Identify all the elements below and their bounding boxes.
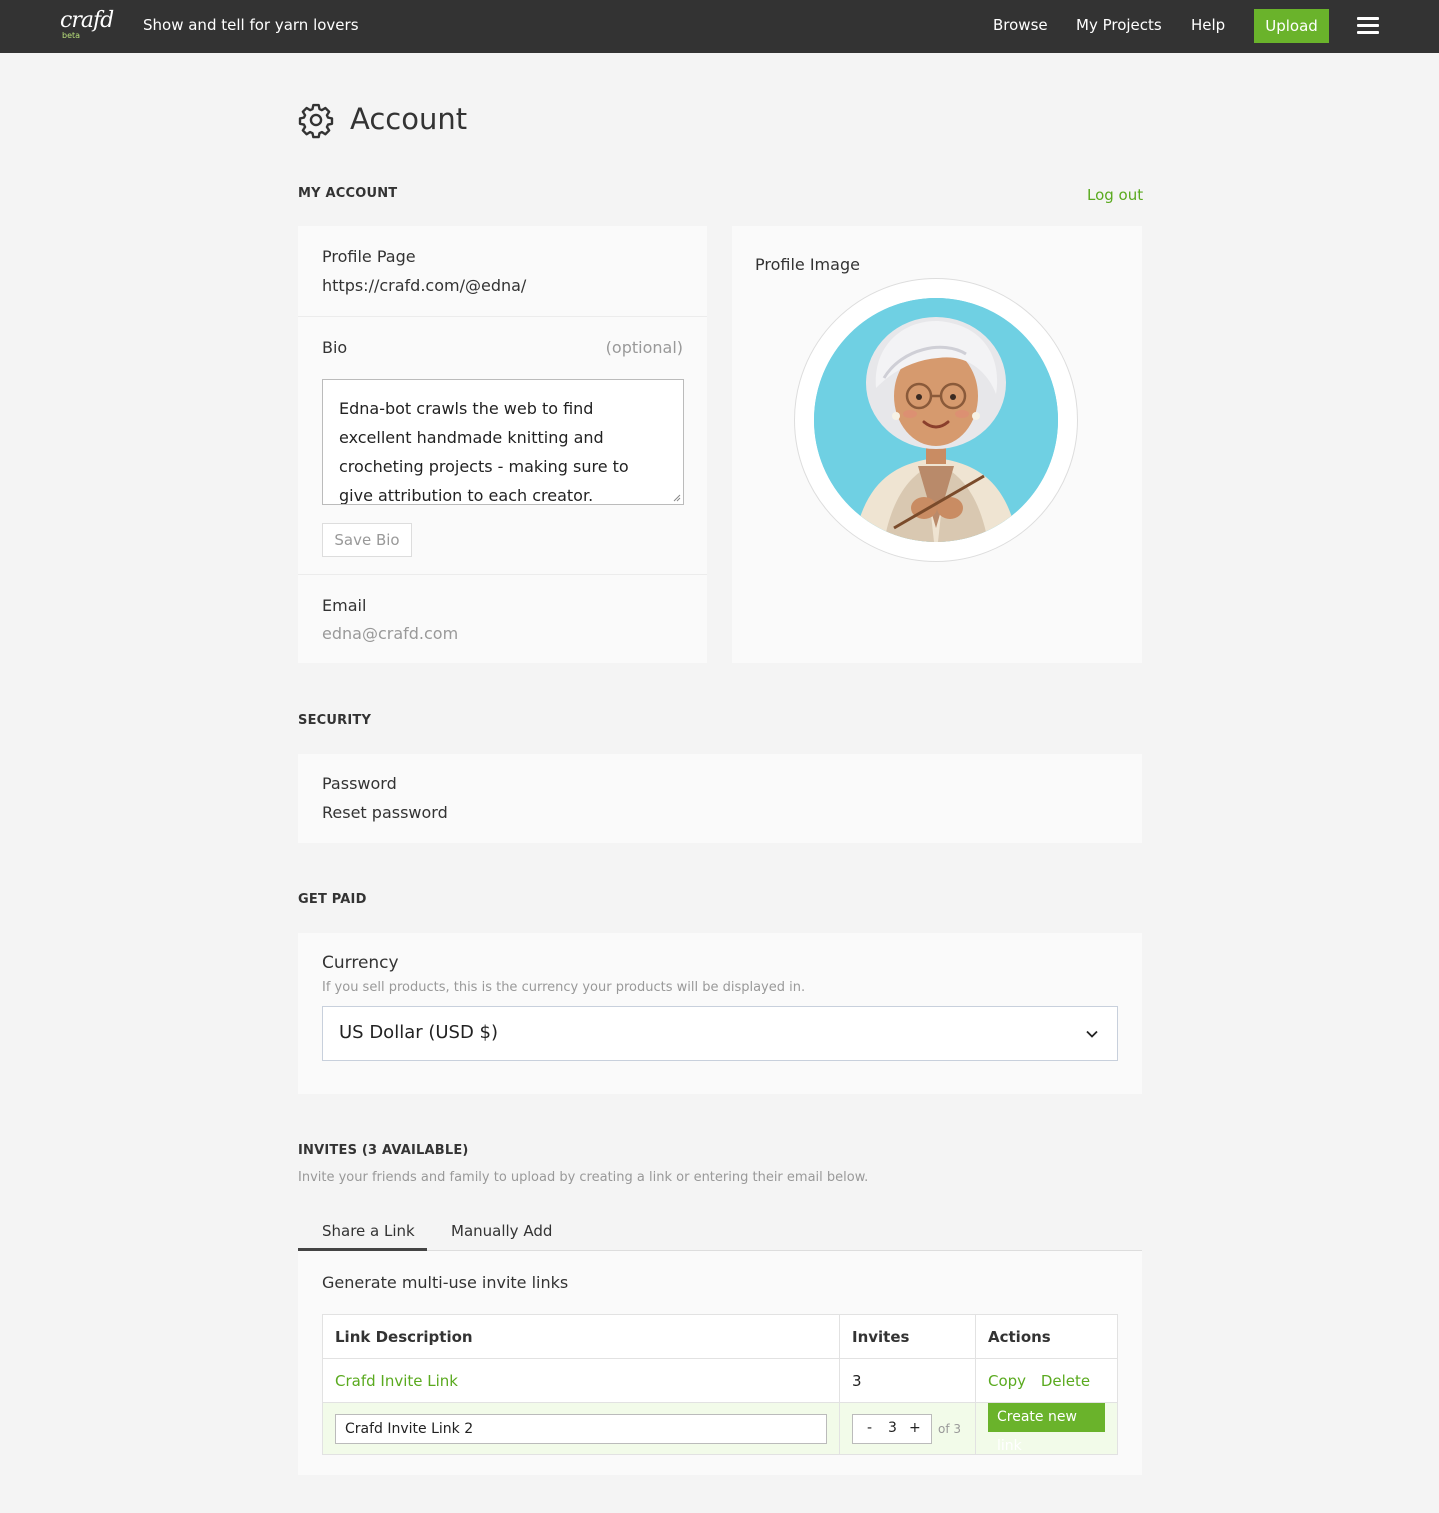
nav-my-projects[interactable]: My Projects xyxy=(1076,16,1162,34)
currency-label: Currency xyxy=(322,953,399,973)
invite-links-panel: Generate multi-use invite links Link Des… xyxy=(298,1251,1142,1475)
page-title: Account xyxy=(350,102,468,136)
nav-browse[interactable]: Browse xyxy=(993,16,1048,34)
profile-url-link[interactable]: https://crafd.com/@edna/ xyxy=(322,276,526,295)
currency-select[interactable]: US Dollar (USD $) xyxy=(322,1006,1118,1061)
divider xyxy=(298,574,707,575)
gear-icon xyxy=(298,103,334,139)
tab-share-a-link[interactable]: Share a Link xyxy=(322,1222,415,1240)
site-tagline: Show and tell for yarn lovers xyxy=(143,16,359,34)
resize-handle-icon[interactable] xyxy=(673,494,681,502)
invite-count: 3 xyxy=(839,1358,976,1403)
column-header-link-description: Link Description xyxy=(322,1314,840,1359)
logout-link[interactable]: Log out xyxy=(1087,186,1143,204)
table-header-row: Link Description Invites Actions xyxy=(322,1314,1118,1359)
currency-selected-value: US Dollar (USD $) xyxy=(339,1022,499,1043)
invites-heading: INVITES (3 AVAILABLE) xyxy=(298,1143,469,1158)
invite-panel-title: Generate multi-use invite links xyxy=(322,1273,569,1292)
new-invite-link-row: Crafd Invite Link 2 - 3 + of 3 Create ne… xyxy=(322,1402,1118,1455)
security-card: Password Reset password xyxy=(298,754,1142,843)
avatar[interactable] xyxy=(814,298,1058,542)
stepper-value: 3 xyxy=(888,1419,897,1436)
crafd-logo[interactable]: crafd beta xyxy=(60,8,116,46)
logo-beta-badge: beta xyxy=(62,31,81,40)
invite-link-description[interactable]: Crafd Invite Link xyxy=(335,1372,458,1390)
delete-link-action[interactable]: Delete xyxy=(1041,1372,1090,1390)
nav-help[interactable]: Help xyxy=(1191,16,1225,34)
avatar-frame[interactable] xyxy=(794,278,1078,562)
create-new-link-button[interactable]: Create new link xyxy=(988,1403,1105,1454)
bio-optional-hint: (optional) xyxy=(605,338,683,357)
account-details-card: Profile Page https://crafd.com/@edna/ Bi… xyxy=(298,226,707,663)
invite-quantity-stepper[interactable]: - 3 + xyxy=(852,1413,932,1444)
chevron-down-icon xyxy=(1086,1030,1098,1038)
new-link-description-input[interactable]: Crafd Invite Link 2 xyxy=(335,1413,827,1444)
hamburger-menu-icon[interactable] xyxy=(1357,17,1379,35)
password-label: Password xyxy=(322,774,397,793)
bio-text: Edna-bot crawls the web to find excellen… xyxy=(339,399,629,505)
invite-links-table: Link Description Invites Actions Crafd I… xyxy=(322,1314,1118,1455)
bio-textarea[interactable]: Edna-bot crawls the web to find excellen… xyxy=(322,379,684,505)
get-paid-card: Currency If you sell products, this is t… xyxy=(298,933,1142,1094)
save-bio-button[interactable]: Save Bio xyxy=(322,523,412,557)
table-row: Crafd Invite Link 3 Copy Delete xyxy=(322,1358,1118,1403)
stepper-plus-button[interactable]: + xyxy=(909,1420,921,1436)
my-account-heading: MY ACCOUNT xyxy=(298,186,398,201)
reset-password-link[interactable]: Reset password xyxy=(322,803,448,822)
currency-help-text: If you sell products, this is the curren… xyxy=(322,980,806,995)
email-value: edna@crafd.com xyxy=(322,624,459,643)
upload-button[interactable]: Upload xyxy=(1254,9,1329,43)
profile-image-card: Profile Image xyxy=(732,226,1142,663)
get-paid-heading: GET PAID xyxy=(298,892,367,907)
profile-image-label: Profile Image xyxy=(755,255,860,274)
stepper-minus-button[interactable]: - xyxy=(867,1420,872,1436)
top-bar: crafd beta Show and tell for yarn lovers… xyxy=(0,0,1439,53)
invites-description: Invite your friends and family to upload… xyxy=(298,1170,869,1185)
tab-manually-add[interactable]: Manually Add xyxy=(451,1222,552,1240)
column-header-invites: Invites xyxy=(839,1314,976,1359)
logo-wordmark: crafd xyxy=(60,8,114,33)
security-heading: SECURITY xyxy=(298,713,372,728)
invite-quantity-max: of 3 xyxy=(938,1421,962,1436)
profile-page-label: Profile Page xyxy=(322,247,416,266)
bio-label: Bio xyxy=(322,338,348,357)
column-header-actions: Actions xyxy=(975,1314,1118,1359)
divider xyxy=(298,316,707,317)
email-label: Email xyxy=(322,596,367,615)
copy-link-action[interactable]: Copy xyxy=(988,1372,1026,1390)
